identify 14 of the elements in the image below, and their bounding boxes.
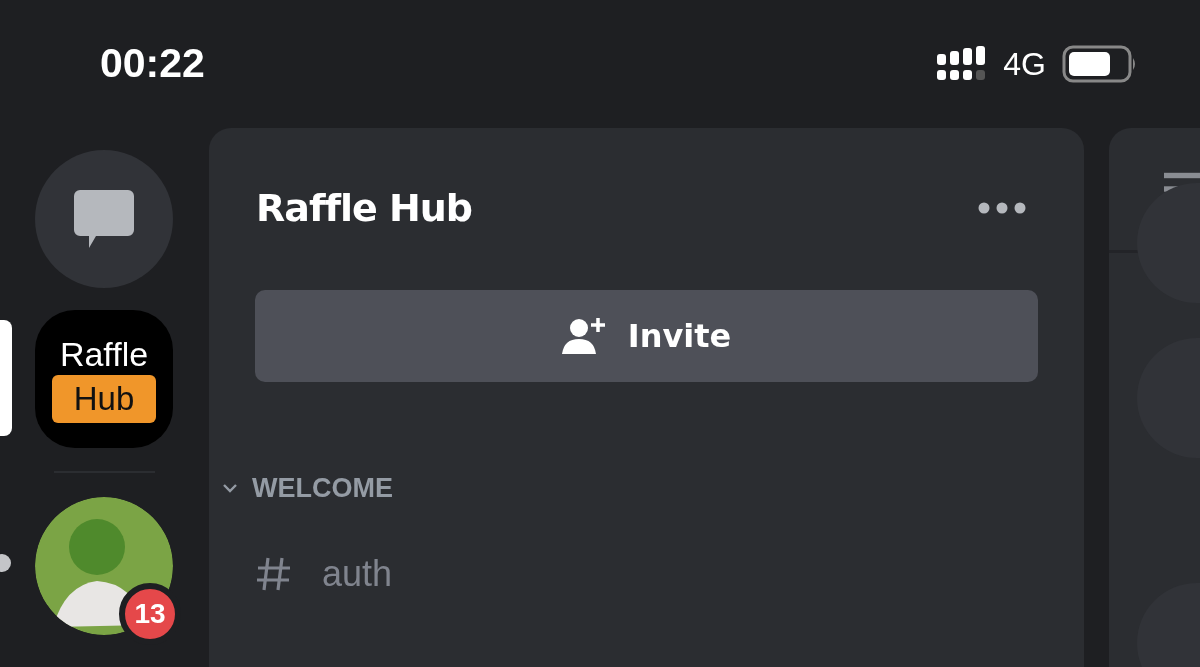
invite-button[interactable]: Invite xyxy=(255,290,1038,382)
chat-bubble-icon xyxy=(74,190,134,248)
signal-icon xyxy=(937,46,988,82)
add-user-icon xyxy=(561,316,608,356)
clock-time: 00:22 xyxy=(100,39,205,87)
network-label: 4G xyxy=(1003,45,1046,83)
battery-icon xyxy=(1062,45,1138,83)
category-header[interactable]: WELCOME xyxy=(222,470,1038,506)
chevron-icon xyxy=(222,483,238,493)
server-name: Raffle Hub xyxy=(256,186,473,230)
hash-icon xyxy=(256,556,292,592)
server-icon[interactable]: Raffle Hub xyxy=(35,310,173,448)
more-icon xyxy=(978,202,1026,214)
channel-item[interactable]: auth xyxy=(256,544,1038,604)
